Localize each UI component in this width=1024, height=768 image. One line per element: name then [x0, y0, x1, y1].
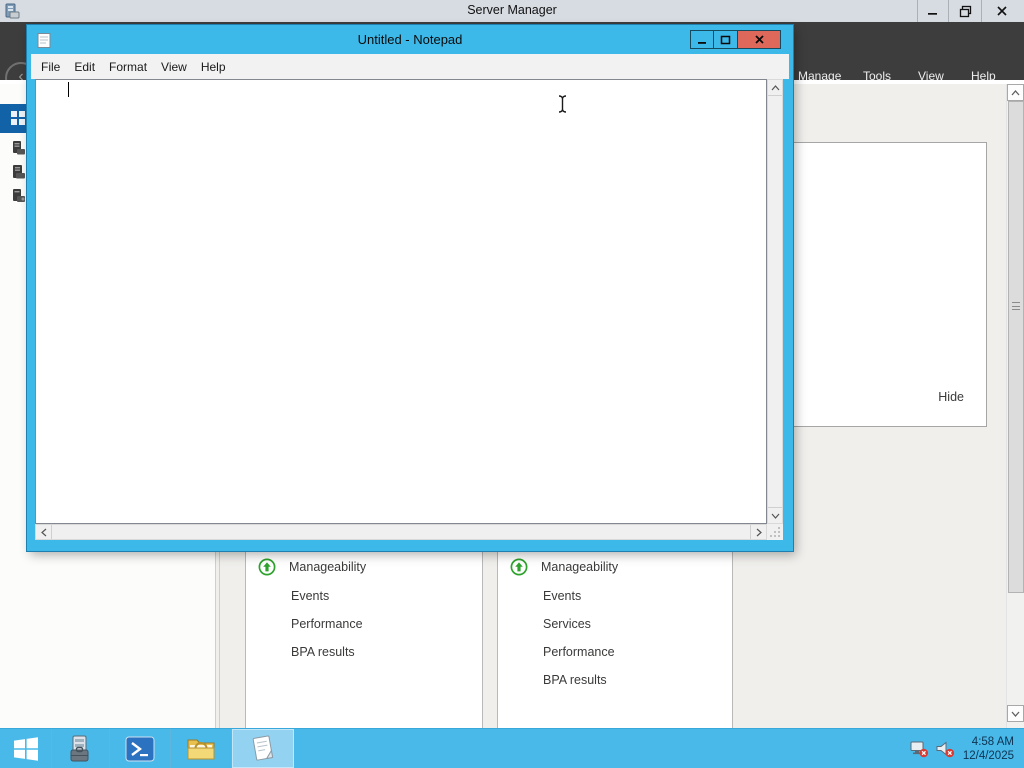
nav-item-file-storage-services[interactable] [11, 188, 27, 204]
close-icon [996, 5, 1008, 17]
notepad-window: Untitled - Notepad File Edit Format View… [27, 25, 793, 551]
taskbar-file-explorer-button[interactable] [171, 729, 232, 768]
menu-format[interactable]: Format [102, 60, 154, 74]
minimize-button[interactable] [690, 30, 714, 49]
notepad-window-title: Untitled - Notepad [357, 32, 463, 47]
tile-link-bpa-results[interactable]: BPA results [543, 673, 607, 687]
scroll-down-button[interactable] [1007, 705, 1024, 722]
notepad-icon [248, 734, 278, 764]
server-manager-window-title: Server Manager [467, 3, 557, 17]
maximize-icon [720, 35, 731, 45]
scroll-left-button[interactable] [36, 525, 52, 539]
start-icon [13, 736, 39, 762]
notepad-menubar: File Edit Format View Help [31, 54, 789, 79]
taskbar-powershell-button[interactable] [110, 729, 171, 768]
menu-file[interactable]: File [34, 60, 67, 74]
taskbar: 4:58 AM 12/4/2025 [0, 728, 1024, 768]
menu-edit[interactable]: Edit [67, 60, 102, 74]
role-tile-2: Manageability Events Services Performanc… [497, 551, 733, 730]
status-up-icon [510, 558, 528, 576]
tile-link-performance[interactable]: Performance [543, 645, 615, 659]
hide-link[interactable]: Hide [938, 390, 964, 404]
ibeam-cursor [556, 94, 569, 114]
menu-help[interactable]: Help [194, 60, 233, 74]
server-manager-window-controls [917, 0, 1022, 22]
tile-link-bpa-results[interactable]: BPA results [291, 645, 355, 659]
text-caret [68, 82, 69, 97]
close-button[interactable] [981, 0, 1022, 22]
taskbar-server-manager-button[interactable] [52, 729, 110, 768]
status-up-icon [258, 558, 276, 576]
notepad-vertical-scrollbar[interactable] [767, 79, 783, 524]
tile-link-events[interactable]: Events [543, 589, 581, 603]
restore-button[interactable] [948, 0, 981, 22]
menu-view[interactable]: View [154, 60, 194, 74]
restore-icon [959, 5, 972, 18]
all-servers-icon [11, 164, 27, 180]
explorer-icon [186, 736, 216, 762]
powershell-icon [125, 736, 155, 762]
minimize-button[interactable] [917, 0, 948, 22]
tile-link-services[interactable]: Services [543, 617, 591, 631]
system-tray: 4:58 AM 12/4/2025 [909, 729, 1024, 768]
notepad-window-controls [690, 30, 781, 49]
scroll-up-button[interactable] [1007, 84, 1024, 101]
role-tile-1: Manageability Events Performance BPA res… [245, 551, 483, 730]
start-button[interactable] [0, 729, 52, 768]
minimize-icon [697, 35, 707, 45]
nav-item-all-servers[interactable] [11, 164, 27, 180]
tile-header[interactable]: Manageability [541, 560, 618, 574]
server-manager-titlebar: Server Manager [0, 0, 1024, 23]
dashboard-icon [11, 111, 26, 126]
clock-time: 4:58 AM [971, 735, 1014, 748]
file-storage-icon [11, 188, 27, 204]
server-manager-taskbar-icon [66, 734, 96, 764]
notepad-text-area[interactable] [35, 79, 767, 524]
minimize-icon [927, 5, 939, 17]
scroll-right-button[interactable] [750, 525, 766, 539]
taskbar-notepad-button[interactable] [232, 729, 294, 768]
scrollbar-thumb[interactable] [1008, 101, 1024, 593]
scrollbar-grip-icon [1012, 302, 1020, 310]
scroll-up-button[interactable] [768, 80, 782, 96]
scroll-down-button[interactable] [768, 507, 782, 523]
network-error-icon[interactable] [909, 740, 929, 758]
taskbar-clock[interactable]: 4:58 AM 12/4/2025 [963, 735, 1014, 763]
resize-grip[interactable] [767, 524, 783, 540]
desktop: Server Manager ‹ Manage Tools View Help … [0, 0, 1024, 768]
server-manager-vertical-scrollbar[interactable] [1006, 84, 1024, 728]
tile-link-performance[interactable]: Performance [291, 617, 363, 631]
maximize-button[interactable] [713, 30, 738, 49]
clock-date: 12/4/2025 [962, 749, 1014, 762]
tile-header[interactable]: Manageability [289, 560, 366, 574]
close-button[interactable] [737, 30, 781, 49]
audio-error-icon[interactable] [935, 740, 955, 758]
local-server-icon [11, 140, 27, 156]
nav-item-local-server[interactable] [11, 140, 27, 156]
close-icon [754, 34, 765, 45]
details-flyout-panel: Hide [793, 142, 987, 427]
tile-link-events[interactable]: Events [291, 589, 329, 603]
notepad-horizontal-scrollbar[interactable] [35, 524, 767, 540]
